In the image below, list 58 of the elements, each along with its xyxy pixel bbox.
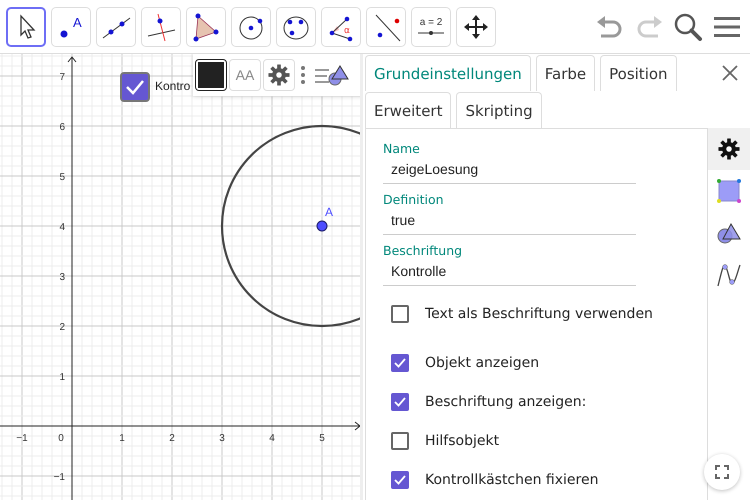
- axis-label: 3: [59, 272, 65, 283]
- axis-label: 2: [169, 433, 175, 444]
- curve-icon: [716, 262, 742, 288]
- menu-icon: [713, 14, 741, 38]
- tab[interactable]: Position: [600, 55, 677, 91]
- close-icon: [722, 65, 738, 81]
- checkbox[interactable]: [391, 393, 409, 411]
- tab[interactable]: Skripting: [456, 92, 542, 128]
- more-icon: [301, 66, 305, 84]
- text-style-button[interactable]: AA: [229, 59, 261, 91]
- fullscreen-icon: [715, 465, 729, 479]
- axis-label: 2: [59, 322, 65, 333]
- checkbox-label: Objekt anzeigen: [425, 354, 540, 371]
- settings-icon: [268, 64, 290, 86]
- axis-label: 5: [319, 433, 325, 444]
- checkbox[interactable]: [391, 354, 409, 372]
- lines-shapes-icon: [315, 63, 349, 87]
- tab[interactable]: Grundeinstellungen: [365, 55, 531, 91]
- checkbox-label: Kontro: [155, 79, 190, 93]
- circle-triangle-icon: [716, 221, 742, 245]
- checkbox-label: Text als Beschriftung verwenden: [425, 306, 653, 322]
- settings-button[interactable]: [263, 59, 295, 91]
- point-label: A: [325, 205, 334, 219]
- settings-icon: [718, 138, 740, 160]
- axis-label: 1: [59, 372, 65, 383]
- field-label: Name: [383, 141, 421, 157]
- axis-label: 7: [59, 72, 65, 83]
- axis-label: 4: [59, 222, 65, 233]
- tab[interactable]: Erweitert: [365, 92, 452, 128]
- field-label: Beschriftung: [383, 243, 464, 259]
- checkmark-icon: [125, 79, 145, 95]
- checkbox-label: Hilfsobjekt: [425, 433, 500, 450]
- checkbox[interactable]: [120, 72, 150, 102]
- axis-label: 0: [58, 433, 64, 444]
- axis-label: 3: [219, 433, 225, 444]
- fullscreen-button[interactable]: [704, 454, 740, 490]
- point[interactable]: [316, 220, 328, 232]
- tab[interactable]: Farbe: [536, 55, 596, 91]
- checkbox-label: Kontrollkästchen fixieren: [425, 472, 598, 488]
- search-icon: [673, 12, 703, 42]
- axis-label: 1: [119, 433, 125, 444]
- axis-label: 4: [269, 433, 275, 444]
- checkbox[interactable]: [391, 471, 409, 490]
- checkbox-label: Beschriftung anzeigen:: [425, 394, 586, 410]
- axis-label: −1: [16, 433, 28, 444]
- axis-label: 6: [59, 122, 65, 133]
- checkmark-icon: [394, 358, 406, 368]
- color-button[interactable]: [195, 59, 227, 91]
- tool-button[interactable]: [6, 6, 46, 46]
- axis-label: 5: [59, 172, 65, 183]
- square-icon: [716, 178, 742, 204]
- axis-label: −1: [54, 472, 65, 483]
- checkmark-icon: [394, 397, 406, 407]
- checkbox[interactable]: [391, 432, 409, 450]
- checkmark-icon: [394, 475, 406, 486]
- field-label: Definition: [383, 192, 445, 208]
- settings-tab[interactable]: [708, 128, 750, 170]
- checkbox[interactable]: [391, 304, 409, 323]
